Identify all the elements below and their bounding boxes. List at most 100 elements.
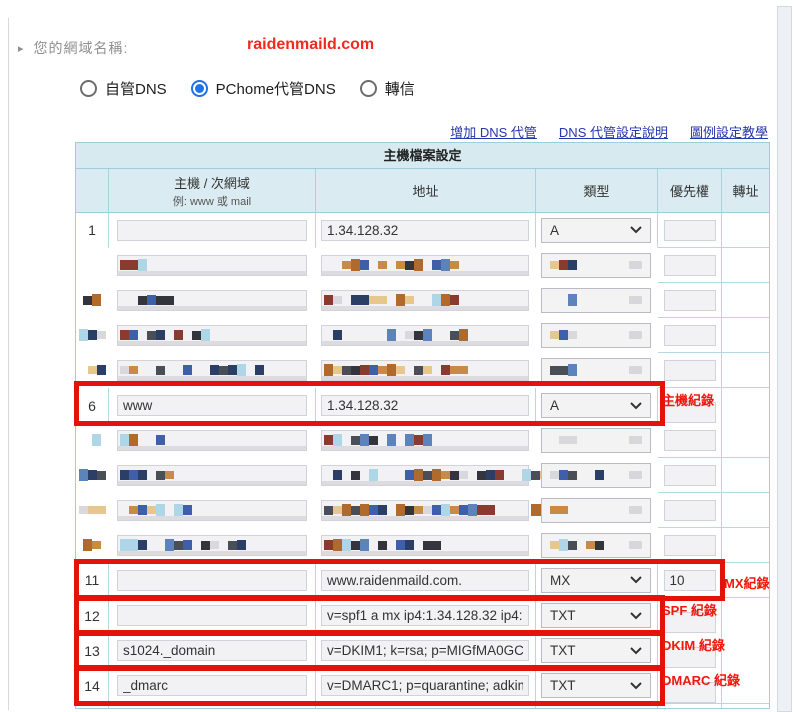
redaction-pixel	[522, 469, 531, 481]
type-select[interactable]: A	[541, 393, 651, 418]
link-dns-help[interactable]: DNS 代管設定說明	[559, 125, 668, 140]
address-input-redacted[interactable]	[321, 430, 529, 451]
redaction-pixel	[559, 470, 568, 480]
type-select[interactable]	[541, 253, 651, 278]
type-select[interactable]	[541, 323, 651, 348]
redaction-pixel	[568, 436, 577, 444]
host-input[interactable]	[117, 570, 307, 591]
address-input[interactable]	[321, 570, 529, 591]
type-select[interactable]	[541, 463, 651, 488]
priority-input[interactable]	[664, 465, 716, 486]
type-select[interactable]: TXT	[541, 603, 651, 628]
redaction-pixel	[165, 436, 174, 445]
redaction-pixel	[495, 470, 504, 480]
type-select[interactable]	[541, 498, 651, 523]
host-cell	[109, 563, 316, 598]
type-select[interactable]	[541, 533, 651, 558]
redaction-pixel	[129, 330, 138, 340]
redaction-pixel	[219, 541, 228, 550]
redaction-pixel	[450, 506, 459, 514]
host-input-redacted[interactable]	[117, 500, 307, 521]
redaction-pixel	[559, 506, 568, 514]
address-input-redacted[interactable]	[321, 325, 529, 346]
dns-record-row	[76, 318, 769, 353]
dns-mode-option[interactable]: PChome代管DNS	[191, 78, 336, 99]
redaction-pixel	[342, 504, 351, 516]
priority-input[interactable]	[664, 220, 716, 241]
address-input-redacted[interactable]	[321, 500, 529, 521]
priority-input[interactable]	[664, 570, 716, 591]
redaction-pixel	[138, 259, 147, 271]
redaction-pixel	[120, 260, 129, 270]
priority-input[interactable]	[664, 500, 716, 521]
priority-input[interactable]	[664, 430, 716, 451]
redaction-pixel	[423, 471, 432, 480]
type-select[interactable]	[541, 358, 651, 383]
radio-button-unchecked[interactable]	[80, 80, 97, 97]
redaction-pixel	[550, 541, 559, 549]
type-select[interactable]: A	[541, 218, 651, 243]
redaction-pixel	[138, 436, 147, 445]
host-input[interactable]	[117, 675, 307, 696]
priority-input[interactable]	[664, 290, 716, 311]
link-add-dns[interactable]: 增加 DNS 代管	[450, 125, 537, 140]
col-header-priority: 優先權	[658, 169, 722, 212]
address-input-redacted[interactable]	[321, 465, 529, 486]
link-example-tutorial[interactable]: 圖例設定教學	[690, 125, 768, 140]
redacted-content	[120, 536, 255, 555]
radio-button-unchecked[interactable]	[360, 80, 377, 97]
type-select-value: TXT	[550, 608, 576, 623]
priority-input[interactable]	[664, 255, 716, 276]
priority-input[interactable]	[664, 360, 716, 381]
redaction-pixel	[378, 296, 387, 304]
redaction-pixel	[568, 294, 577, 306]
type-select[interactable]: TXT	[541, 638, 651, 663]
host-input-redacted[interactable]	[117, 255, 307, 276]
host-input-redacted[interactable]	[117, 290, 307, 311]
host-input-redacted[interactable]	[117, 325, 307, 346]
dns-mode-option[interactable]: 轉信	[360, 78, 415, 99]
type-select[interactable]	[541, 288, 651, 313]
address-input[interactable]	[321, 605, 529, 626]
host-input[interactable]	[117, 220, 307, 241]
row-number-cell	[76, 423, 109, 458]
redaction-pixel	[568, 364, 577, 376]
priority-input[interactable]	[664, 535, 716, 556]
dns-record-row	[76, 528, 769, 563]
address-input[interactable]	[321, 220, 529, 241]
redaction-pixel	[156, 435, 165, 445]
address-input-redacted[interactable]	[321, 290, 529, 311]
redacted-row-number	[79, 458, 106, 492]
redaction-pixel	[459, 505, 468, 515]
row-number-cell	[76, 318, 109, 353]
redaction-pixel	[405, 434, 414, 446]
host-input-redacted[interactable]	[117, 535, 307, 556]
radio-button-checked[interactable]	[191, 80, 208, 97]
host-input-redacted[interactable]	[117, 430, 307, 451]
host-input[interactable]	[117, 605, 307, 626]
address-input-redacted[interactable]	[321, 360, 529, 381]
priority-cell	[658, 563, 722, 598]
host-input-redacted[interactable]	[117, 465, 307, 486]
type-select[interactable]	[541, 428, 651, 453]
address-input[interactable]	[321, 640, 529, 661]
address-input-redacted[interactable]	[321, 255, 529, 276]
forward-cell	[722, 388, 769, 424]
priority-input[interactable]	[664, 325, 716, 346]
type-select[interactable]: TXT	[541, 673, 651, 698]
redaction-pixel	[405, 366, 414, 375]
host-cell	[109, 283, 316, 318]
address-input[interactable]	[321, 675, 529, 696]
host-input-redacted[interactable]	[117, 360, 307, 381]
host-input[interactable]	[117, 640, 307, 661]
priority-cell: 主機紀錄	[658, 388, 722, 424]
dns-mode-option[interactable]: 自管DNS	[80, 78, 167, 99]
type-select[interactable]: MX	[541, 568, 651, 593]
redaction-pixel	[147, 506, 156, 514]
address-input[interactable]	[321, 395, 529, 416]
row-number-cell	[76, 493, 109, 528]
address-input-redacted[interactable]	[321, 535, 529, 556]
redaction-pixel	[192, 331, 201, 340]
redaction-pixel	[405, 331, 414, 339]
host-input[interactable]	[117, 395, 307, 416]
